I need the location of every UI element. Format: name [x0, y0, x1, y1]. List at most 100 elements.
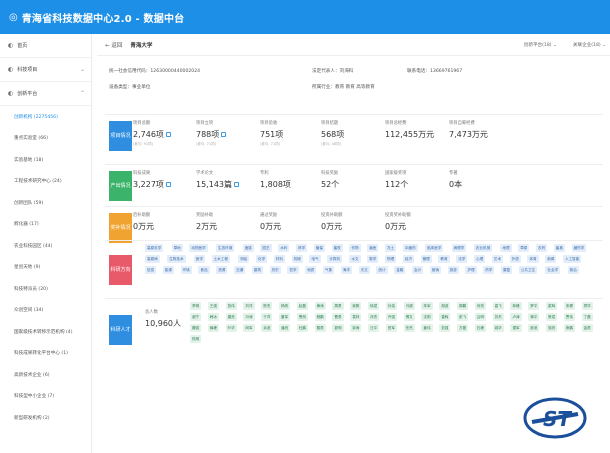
research-chip[interactable]: 测绘: [238, 255, 250, 263]
research-chip[interactable]: 遥感: [242, 244, 254, 252]
talent-chip[interactable]: 吕明: [474, 313, 486, 321]
talent-chip[interactable]: 袁林: [350, 313, 362, 321]
talent-chip[interactable]: 金勇: [581, 324, 593, 332]
research-chip[interactable]: 教育: [438, 255, 450, 263]
research-chip[interactable]: 法学: [456, 255, 468, 263]
sidebar-subitem[interactable]: 新型研发机构 (2): [0, 407, 91, 429]
stat-value[interactable]: 15,143篇: [196, 179, 239, 190]
talent-chip[interactable]: 郑华: [581, 302, 593, 310]
sidebar-subitem[interactable]: 科技特派员 (20): [0, 278, 91, 300]
research-chip[interactable]: 统计: [376, 266, 388, 274]
talent-chip[interactable]: 卢涛: [510, 313, 522, 321]
talent-chip[interactable]: 韩冰: [207, 313, 219, 321]
stat-value[interactable]: 568项: [321, 129, 344, 140]
research-chip[interactable]: 建筑: [251, 266, 263, 274]
talent-chip[interactable]: 黄涛: [314, 302, 326, 310]
talent-chip[interactable]: 谢宁: [190, 313, 202, 321]
research-chip[interactable]: 化学: [256, 255, 268, 263]
talent-chip[interactable]: 唐亮: [225, 313, 237, 321]
talent-chip[interactable]: 熊鹏: [563, 324, 575, 332]
talent-chip[interactable]: 罗平: [528, 302, 540, 310]
company-selector[interactable]: 关联企业(18) ⌄: [573, 42, 606, 48]
research-chip[interactable]: 能源: [162, 266, 174, 274]
research-chip[interactable]: 水利: [278, 244, 290, 252]
research-chip[interactable]: 药学: [483, 266, 495, 274]
research-chip[interactable]: 公共卫生: [518, 266, 538, 274]
talent-chip[interactable]: 田军: [385, 324, 397, 332]
research-chip[interactable]: 新闻: [545, 255, 557, 263]
stat-value[interactable]: 788项: [196, 129, 227, 140]
talent-chip[interactable]: 沈刚: [421, 313, 433, 321]
research-chip[interactable]: 病理学: [451, 244, 467, 252]
research-chip[interactable]: 管理: [420, 255, 432, 263]
sidebar-subitem[interactable]: 科技型中小企业 (7): [0, 386, 91, 408]
research-chip[interactable]: 会计: [412, 266, 424, 274]
research-chip[interactable]: 藏药学: [571, 244, 587, 252]
sidebar-subitem[interactable]: 工程技术研究中心 (24): [0, 171, 91, 193]
talent-chip[interactable]: 赵磊: [296, 302, 308, 310]
research-chip[interactable]: 畜牧: [331, 244, 343, 252]
research-chip[interactable]: 交通: [234, 266, 246, 274]
talent-chip[interactable]: 潘亮: [279, 324, 291, 332]
stat-value[interactable]: 0万元: [260, 221, 281, 232]
talent-chip[interactable]: 阎军: [243, 324, 255, 332]
talent-chip[interactable]: 范强: [439, 324, 451, 332]
talent-chip[interactable]: 高飞: [492, 302, 504, 310]
talent-chip[interactable]: 李明: [190, 302, 202, 310]
talent-chip[interactable]: 萧然: [296, 313, 308, 321]
research-chip[interactable]: 冻土: [385, 244, 397, 252]
research-chip[interactable]: 外语: [509, 255, 521, 263]
research-chip[interactable]: 环境: [180, 266, 192, 274]
research-chip[interactable]: 食品: [198, 266, 210, 274]
sidebar-subitem[interactable]: 众创空间 (34): [0, 300, 91, 322]
talent-chip[interactable]: 宋健: [563, 302, 575, 310]
research-chip[interactable]: 林学: [296, 244, 308, 252]
talent-chip[interactable]: 曾辉: [439, 313, 451, 321]
detail-icon[interactable]: [221, 132, 227, 137]
research-chip[interactable]: 营销: [429, 266, 441, 274]
sidebar-subitem[interactable]: 星创天地 (9): [0, 257, 91, 279]
research-chip[interactable]: 体育: [527, 255, 539, 263]
research-chip[interactable]: 哲学: [287, 266, 299, 274]
research-chip[interactable]: 经济: [402, 255, 414, 263]
talent-chip[interactable]: 丁磊: [581, 313, 593, 321]
talent-chip[interactable]: 郭鹏: [457, 302, 469, 310]
research-chip[interactable]: 电气: [309, 255, 321, 263]
detail-icon[interactable]: [234, 182, 239, 187]
talent-chip[interactable]: 邹亮: [546, 324, 558, 332]
research-chip[interactable]: 中藏药: [402, 244, 418, 252]
talent-chip[interactable]: 贾伟: [563, 313, 575, 321]
stat-value[interactable]: 1,808项: [260, 179, 291, 190]
research-chip[interactable]: 草地: [171, 244, 183, 252]
research-chip[interactable]: 艺术: [491, 255, 503, 263]
stat-value[interactable]: 2万元: [196, 221, 217, 232]
talent-chip[interactable]: 陈杰: [261, 302, 273, 310]
talent-chip[interactable]: 马超: [403, 302, 415, 310]
research-chip[interactable]: 高原病: [145, 255, 160, 263]
talent-chip[interactable]: 于洋: [261, 313, 273, 321]
stat-value[interactable]: 0万元: [321, 221, 342, 232]
talent-chip[interactable]: 董军: [279, 313, 291, 321]
research-chip[interactable]: 生物技术: [167, 255, 186, 263]
sidebar-subitem[interactable]: 实验基地 (18): [0, 149, 91, 171]
research-chip[interactable]: 海洋: [340, 266, 352, 274]
stat-value[interactable]: 3,227项: [133, 179, 171, 190]
sidebar-subitem[interactable]: 科技成果转化平台中心 (1): [0, 343, 91, 365]
stat-value[interactable]: 7,473万元: [449, 129, 488, 140]
research-chip[interactable]: 作物: [349, 244, 361, 252]
talent-chip[interactable]: 吴刚: [350, 302, 362, 310]
research-chip[interactable]: 旅游: [447, 266, 459, 274]
research-chip[interactable]: 植保: [313, 244, 325, 252]
research-chip[interactable]: 金融: [394, 266, 406, 274]
sidebar-subitem[interactable]: 创新机构 (2275456): [0, 106, 91, 128]
research-chip[interactable]: 动物医学: [189, 244, 208, 252]
sidebar-subitem[interactable]: 农业科技园区 (44): [0, 235, 91, 257]
talent-chip[interactable]: 薛峰: [207, 324, 219, 332]
talent-chip[interactable]: 姜伟: [421, 324, 433, 332]
talent-chip[interactable]: 戴勇: [314, 324, 326, 332]
research-chip[interactable]: 农药: [536, 244, 548, 252]
research-chip[interactable]: 信息: [145, 266, 157, 274]
research-chip[interactable]: 草原: [518, 244, 530, 252]
talent-chip[interactable]: 杜鹏: [296, 324, 308, 332]
talent-count-value[interactable]: 10,960人: [145, 318, 181, 329]
